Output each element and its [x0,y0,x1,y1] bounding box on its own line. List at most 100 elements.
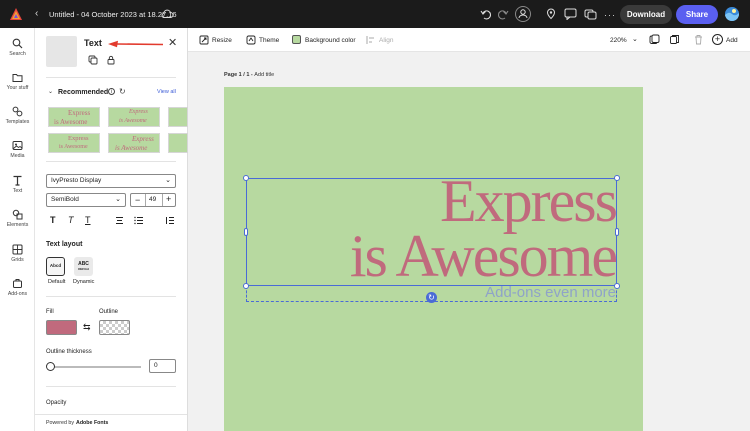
document-title[interactable]: Untitled - 04 October 2023 at 18.27.16 [49,10,177,19]
line-spacing-icon[interactable] [165,216,174,227]
panel-title: Text [84,38,102,48]
list-icon[interactable] [134,216,143,227]
avatar[interactable] [725,7,739,21]
add-icon: + [712,34,723,45]
font-suggestion-6[interactable] [168,133,188,153]
layout-default-option[interactable]: Abcd [46,257,65,276]
rail-item-templates[interactable]: Templates [0,106,35,125]
rail-item-media[interactable]: Media [0,140,35,159]
refresh-icon[interactable]: ↻ [119,87,126,96]
font-weight-select[interactable]: SemiBold ⌄ [46,193,126,207]
outline-thickness-track [49,366,141,368]
rail-item-search[interactable]: Search [0,38,35,57]
rail-item-grids[interactable]: Grids [0,244,35,263]
outline-color-swatch[interactable] [99,320,130,335]
underline-text-icon[interactable]: T [85,215,91,225]
text-preview-thumbnail [46,36,77,67]
italic-text-icon[interactable]: T [68,215,74,225]
fill-label: Fill [46,309,54,315]
divider [46,77,176,78]
comment-icon[interactable] [564,8,577,22]
resize-handle-left[interactable] [244,228,248,236]
undo-icon[interactable] [480,8,492,22]
background-color-swatch[interactable] [292,35,301,44]
font-suggestion-2[interactable]: Express is Awesome [108,107,160,127]
font-suggestion-1[interactable]: Express is Awesome [48,107,100,127]
elements-icon [12,209,23,220]
increase-size-button[interactable]: + [166,194,171,204]
adobe-express-logo[interactable] [9,7,23,21]
zoom-select[interactable]: 220% [610,37,627,44]
resize-handle-bottom-right[interactable] [614,283,620,289]
lock-icon[interactable] [106,55,116,67]
view-all-link[interactable]: View all [157,89,176,95]
resize-handle-top-left[interactable] [243,175,249,181]
pages-icon[interactable] [649,34,660,47]
align-button[interactable]: Align [379,37,393,44]
align-center-icon[interactable] [115,216,124,227]
templates-icon [12,106,23,117]
resize-button[interactable]: Resize [212,37,232,44]
invite-user-icon[interactable] [515,6,531,22]
download-button[interactable]: Download [620,5,672,24]
info-icon[interactable]: i [108,88,115,95]
headline-line-2[interactable]: is Awesome [350,226,618,286]
outline-thickness-slider[interactable] [46,362,55,371]
collapse-chevron-icon[interactable]: ⌄ [48,88,53,95]
font-weight-value: SemiBold [51,196,79,203]
page-label: Page 1 / 1 - Add title [224,72,274,78]
rail-item-text[interactable]: Text [0,175,35,194]
chevron-down-icon[interactable]: ⌄ [632,35,638,43]
rotate-handle-icon[interactable]: ↻ [426,292,437,303]
powered-by-label: Powered by [46,420,74,426]
font-suggestion-3[interactable] [168,107,188,127]
layout-dynamic-label: Dynamic [73,279,95,285]
add-title-link[interactable]: Add title [254,72,274,78]
divider [46,161,176,162]
background-color-button[interactable]: Background color [305,37,356,44]
text-layout-heading: Text layout [46,241,83,248]
duplicate-icon[interactable] [88,55,98,67]
subtext[interactable]: Add-ons even more [485,285,616,301]
footer: Powered by Adobe Fonts [35,414,187,431]
resize-handle-bottom-left[interactable] [243,283,249,289]
rail-item-add-ons[interactable]: Add-ons [0,278,35,297]
add-button[interactable]: Add [726,37,738,44]
present-icon[interactable] [584,8,597,22]
font-suggestion-4[interactable]: Express is Awesome [48,133,100,153]
font-family-select[interactable]: IvyPresto Display ⌄ [46,174,176,188]
rail-label-media: Media [10,153,25,159]
decrease-size-button[interactable]: − [135,195,140,205]
close-icon[interactable]: ✕ [168,36,177,49]
rail-label-text: Text [12,188,23,194]
bold-text-icon[interactable]: T [50,215,56,225]
font-size-stepper[interactable]: − 49 + [130,193,176,207]
fill-color-swatch[interactable] [46,320,77,335]
outline-thickness-input[interactable]: 0 [149,359,176,373]
opacity-label: Opacity [46,400,67,406]
text-icon [13,175,22,186]
resize-icon [199,35,209,47]
more-options-icon[interactable]: ··· [604,10,616,20]
share-button[interactable]: Share [676,5,718,24]
chevron-down-icon: ⌄ [115,196,121,203]
rail-label-elements: Elements [6,222,29,228]
trash-icon[interactable] [693,34,704,47]
divider [145,194,146,206]
publish-icon[interactable] [545,8,557,22]
layout-default-label: Default [48,279,66,285]
back-chevron-icon[interactable]: ‹ [35,8,38,19]
design-page[interactable]: Express is Awesome Add-ons even more ↻ [224,87,643,431]
headline-line-1[interactable]: Express [440,171,618,231]
theme-button[interactable]: Theme [259,37,279,44]
font-suggestion-5[interactable]: Express is Awesome [108,133,160,153]
layout-dynamic-option[interactable]: ABC DEFGH [74,257,93,276]
redo-icon[interactable] [497,8,509,22]
resize-handle-top-right[interactable] [614,175,620,181]
resize-handle-right[interactable] [615,228,619,236]
grids-icon [12,244,23,255]
copy-page-icon[interactable] [669,34,680,47]
rail-item-your-stuff[interactable]: Your stuff [0,72,35,91]
rail-item-elements[interactable]: Elements [0,209,35,228]
swap-colors-icon[interactable]: ⇆ [83,322,91,333]
